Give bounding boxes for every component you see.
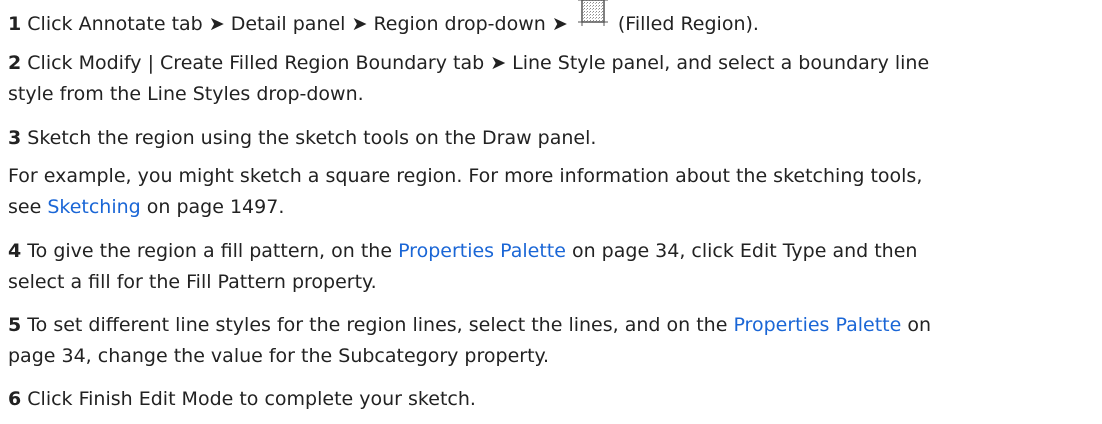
step-text: Click Annotate tab ➤ Detail panel ➤ Regi… — [27, 13, 568, 35]
sketching-link[interactable]: Sketching — [47, 196, 140, 218]
note-tail: on page 1497. — [140, 196, 285, 218]
step-2: 2 Click Modify | Create Filled Region Bo… — [8, 48, 1098, 110]
properties-palette-link[interactable]: Properties Palette — [398, 240, 566, 262]
step-text-line2: page 34, change the value for the Subcat… — [8, 345, 550, 367]
step-text-b: on page 34, click Edit Type and then — [565, 240, 918, 262]
step-1: 1 Click Annotate tab ➤ Detail panel ➤ Re… — [8, 0, 1098, 40]
filled-region-icon — [577, 0, 608, 34]
step-number: 2 — [8, 52, 22, 74]
step-text-line2: style from the Line Styles drop-down. — [8, 83, 364, 105]
step-number: 1 — [8, 13, 22, 35]
step-text-tail: (Filled Region). — [617, 13, 759, 35]
step-number: 5 — [8, 314, 22, 336]
step-6: 6 Click Finish Edit Mode to complete you… — [8, 384, 1098, 415]
step-4: 4 To give the region a fill pattern, on … — [8, 236, 1098, 298]
note-line1: For example, you might sketch a square r… — [8, 165, 923, 187]
step-text: Click Modify | Create Filled Region Boun… — [27, 52, 930, 74]
step-number: 6 — [8, 388, 22, 410]
step-text-line2: select a fill for the Fill Pattern prope… — [8, 271, 377, 293]
step-number: 4 — [8, 240, 22, 262]
step-number: 3 — [8, 127, 22, 149]
step-text-b: on — [901, 314, 932, 336]
step-text: To set different line styles for the reg… — [27, 314, 734, 336]
step-3: 3 Sketch the region using the sketch too… — [8, 123, 1098, 223]
properties-palette-link[interactable]: Properties Palette — [733, 314, 901, 336]
step-5: 5 To set different line styles for the r… — [8, 310, 1098, 372]
step-text: To give the region a fill pattern, on th… — [27, 240, 399, 262]
step-text: Sketch the region using the sketch tools… — [27, 127, 597, 149]
instruction-page: 1 Click Annotate tab ➤ Detail panel ➤ Re… — [0, 0, 1102, 424]
step-note: For example, you might sketch a square r… — [8, 161, 1098, 223]
note-see: see — [8, 196, 48, 218]
step-text: Click Finish Edit Mode to complete your … — [27, 388, 476, 410]
